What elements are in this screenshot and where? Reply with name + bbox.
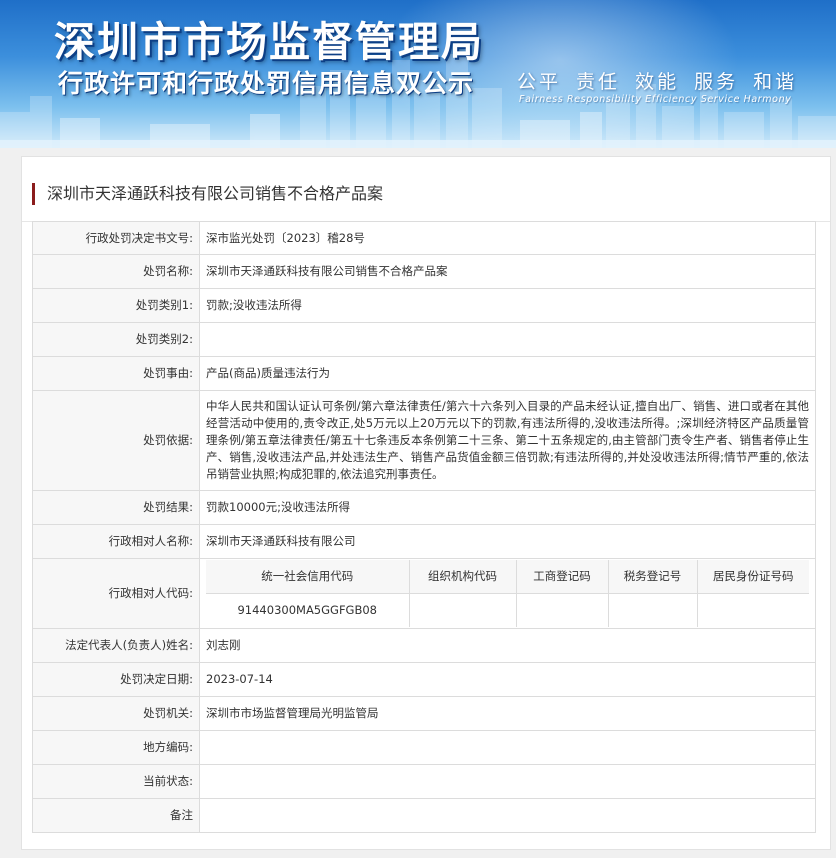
penalty-name-value: 深圳市天泽通跃科技有限公司销售不合格产品案 <box>199 254 816 289</box>
category-2-label: 处罚类别2: <box>32 322 200 357</box>
row-penalty-name: 处罚名称: 深圳市天泽通跃科技有限公司销售不合格产品案 <box>32 254 816 289</box>
row-remark: 备注 <box>32 798 816 833</box>
status-label: 当前状态: <box>32 764 200 799</box>
code-header-org-code: 组织机构代码 <box>408 560 517 594</box>
header-banner: 深圳市市场监督管理局 行政许可和行政处罚信用信息双公示 公平 责任 效能 服务 … <box>0 0 836 148</box>
row-authority: 处罚机关: 深圳市市场监督管理局光明监管局 <box>32 696 816 731</box>
party-name-label: 行政相对人名称: <box>32 524 200 559</box>
party-code-cell: 统一社会信用代码 组织机构代码 工商登记码 税务登记号 居民身份证号码 9144… <box>199 558 816 629</box>
local-code-label: 地方编码: <box>32 730 200 765</box>
code-header-tax-reg: 税务登记号 <box>607 560 698 594</box>
local-code-value <box>199 730 816 765</box>
row-result: 处罚结果: 罚款10000元;没收违法所得 <box>32 490 816 525</box>
legal-representative-label: 法定代表人(负责人)姓名: <box>32 628 200 663</box>
reason-label: 处罚事由: <box>32 356 200 391</box>
row-legal-basis: 处罚依据: 中华人民共和国认证认可条例/第六章法律责任/第六十六条列入目录的产品… <box>32 390 816 491</box>
penalty-name-label: 处罚名称: <box>32 254 200 289</box>
row-decision-number: 行政处罚决定书文号: 深市监光处罚〔2023〕稽28号 <box>32 221 816 255</box>
row-party-code: 行政相对人代码: 统一社会信用代码 组织机构代码 工商登记码 税务登记号 居民身… <box>32 558 816 629</box>
case-detail-panel: 深圳市天泽通跃科技有限公司销售不合格产品案 行政处罚决定书文号: 深市监光处罚〔… <box>21 156 831 850</box>
result-value: 罚款10000元;没收违法所得 <box>199 490 816 525</box>
code-value-business-reg <box>515 593 609 627</box>
party-code-header-row: 统一社会信用代码 组织机构代码 工商登记码 税务登记号 居民身份证号码 <box>206 560 809 594</box>
code-header-business-reg: 工商登记码 <box>515 560 609 594</box>
case-info-table: 行政处罚决定书文号: 深市监光处罚〔2023〕稽28号 处罚名称: 深圳市天泽通… <box>32 221 816 833</box>
legal-basis-label: 处罚依据: <box>32 390 200 491</box>
code-value-id-number <box>696 593 809 627</box>
authority-value: 深圳市市场监督管理局光明监管局 <box>199 696 816 731</box>
decision-date-value: 2023-07-14 <box>199 662 816 697</box>
row-legal-representative: 法定代表人(负责人)姓名: 刘志刚 <box>32 628 816 663</box>
code-header-credit-code: 统一社会信用代码 <box>206 560 410 594</box>
decision-number-value: 深市监光处罚〔2023〕稽28号 <box>199 221 816 255</box>
code-header-id-number: 居民身份证号码 <box>696 560 809 594</box>
reason-value: 产品(商品)质量违法行为 <box>199 356 816 391</box>
authority-label: 处罚机关: <box>32 696 200 731</box>
party-code-table: 统一社会信用代码 组织机构代码 工商登记码 税务登记号 居民身份证号码 9144… <box>206 560 809 627</box>
party-code-value-row: 91440300MA5GGFGB08 <box>206 593 809 627</box>
category-2-value <box>199 322 816 357</box>
row-party-name: 行政相对人名称: 深圳市天泽通跃科技有限公司 <box>32 524 816 559</box>
row-category-2: 处罚类别2: <box>32 322 816 357</box>
party-code-label: 行政相对人代码: <box>32 558 200 629</box>
page-title: 深圳市天泽通跃科技有限公司销售不合格产品案 <box>32 183 383 205</box>
banner-slogan-english: Fairness Responsibility Efficiency Servi… <box>519 94 792 105</box>
banner-subtitle: 行政许可和行政处罚信用信息双公示 <box>58 69 475 98</box>
row-category-1: 处罚类别1: 罚款;没收违法所得 <box>32 288 816 323</box>
legal-representative-value: 刘志刚 <box>199 628 816 663</box>
category-1-label: 处罚类别1: <box>32 288 200 323</box>
party-name-value: 深圳市天泽通跃科技有限公司 <box>199 524 816 559</box>
row-status: 当前状态: <box>32 764 816 799</box>
code-value-org-code <box>408 593 517 627</box>
decision-number-label: 行政处罚决定书文号: <box>32 221 200 255</box>
row-reason: 处罚事由: 产品(商品)质量违法行为 <box>32 356 816 391</box>
category-1-value: 罚款;没收违法所得 <box>199 288 816 323</box>
decision-date-label: 处罚决定日期: <box>32 662 200 697</box>
code-value-credit-code: 91440300MA5GGFGB08 <box>206 593 410 627</box>
row-local-code: 地方编码: <box>32 730 816 765</box>
code-value-tax-reg <box>607 593 698 627</box>
legal-basis-value: 中华人民共和国认证认可条例/第六章法律责任/第六十六条列入目录的产品未经认证,擅… <box>199 390 816 491</box>
banner-title: 深圳市市场监督管理局 <box>54 18 484 66</box>
status-value <box>199 764 816 799</box>
remark-value <box>199 798 816 833</box>
banner-slogan: 公平 责任 效能 服务 和谐 <box>517 71 798 93</box>
row-decision-date: 处罚决定日期: 2023-07-14 <box>32 662 816 697</box>
result-label: 处罚结果: <box>32 490 200 525</box>
remark-label: 备注 <box>32 798 200 833</box>
